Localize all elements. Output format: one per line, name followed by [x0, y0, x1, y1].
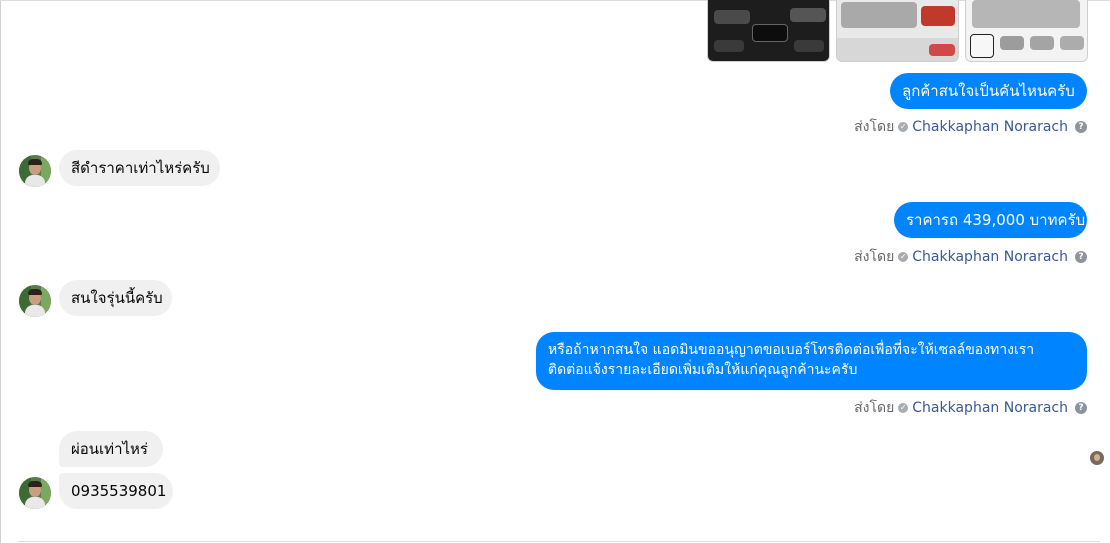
sender-name-link[interactable]: Chakkaphan Norarach [912, 249, 1068, 265]
sent-by-prefix: ส่งโดย [854, 119, 895, 135]
incoming-message-bubble[interactable]: สนใจรุ่นนี้ครับ [59, 280, 172, 316]
sent-by-label: ส่งโดย ✓ Chakkaphan Norarach ? [854, 397, 1087, 419]
contact-avatar[interactable] [19, 285, 51, 317]
attachment-image-2[interactable] [836, 0, 959, 62]
incoming-message-bubble[interactable]: ผ่อนเท่าไหร่ [59, 431, 163, 467]
attachment-image-1[interactable] [707, 0, 830, 62]
contact-avatar[interactable] [19, 155, 51, 187]
incoming-message-bubble[interactable]: 0935539801 [59, 473, 173, 509]
sent-by-label: ส่งโดย ✓ Chakkaphan Norarach ? [854, 246, 1087, 268]
message-line-2: ติดต่อแจ้งรายละเอียดเพิ่มเติมให้แก่คุณลู… [548, 362, 858, 378]
image-attachments [707, 0, 1088, 63]
contact-avatar[interactable] [19, 477, 51, 509]
verified-icon: ✓ [898, 122, 909, 132]
help-icon[interactable]: ? [1075, 402, 1087, 414]
help-icon[interactable]: ? [1075, 251, 1087, 263]
verified-icon: ✓ [898, 252, 909, 262]
sender-name-link[interactable]: Chakkaphan Norarach [912, 119, 1068, 135]
outgoing-message-bubble-multiline[interactable]: หรือถ้าหากสนใจ แอดมินขออนุญาตขอเบอร์โทรต… [536, 332, 1087, 390]
sent-by-prefix: ส่งโดย [854, 249, 895, 265]
outgoing-message-bubble[interactable]: ลูกค้าสนใจเป็นคันไหนครับ [890, 73, 1087, 109]
sent-by-label: ส่งโดย ✓ Chakkaphan Norarach ? [854, 116, 1087, 138]
message-line-1: หรือถ้าหากสนใจ แอดมินขออนุญาตขอเบอร์โทรต… [548, 342, 1035, 358]
outgoing-message-bubble[interactable]: ราคารถ 439,000 บาทครับ [894, 202, 1087, 238]
verified-icon: ✓ [898, 403, 909, 413]
composer-divider [18, 541, 1100, 542]
frame-left-border [0, 0, 1, 543]
sent-by-prefix: ส่งโดย [854, 400, 895, 416]
attachment-image-3[interactable] [965, 0, 1088, 62]
seen-avatar-icon [1090, 451, 1104, 465]
incoming-message-bubble[interactable]: สีดำราคาเท่าไหร่ครับ [59, 150, 220, 186]
sender-name-link[interactable]: Chakkaphan Norarach [912, 400, 1068, 416]
help-icon[interactable]: ? [1075, 121, 1087, 133]
